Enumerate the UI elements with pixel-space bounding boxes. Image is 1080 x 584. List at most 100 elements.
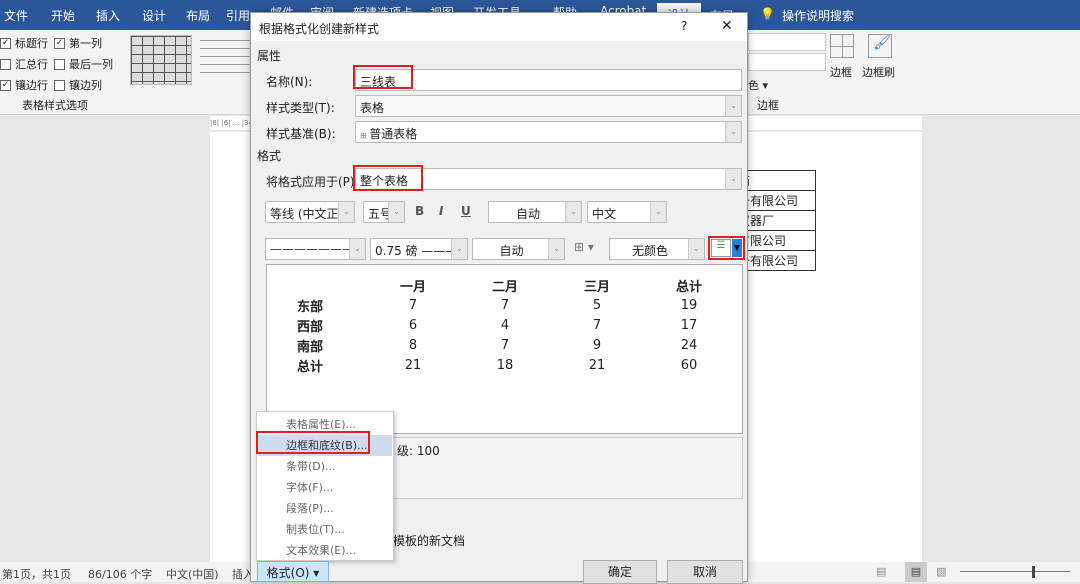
borders-button[interactable]: 边框 — [830, 64, 852, 80]
page-count[interactable]: 第1页，共1页 — [2, 566, 71, 582]
style-preview: 一月二月三月总计东部77519西部64717南部87924总计21182160 — [266, 264, 743, 434]
pen-color-button[interactable]: 色 ▾ — [748, 77, 768, 93]
style-type-select[interactable]: 表格⌄ — [355, 95, 742, 117]
shading-select[interactable]: 无颜色⌄ — [609, 238, 705, 260]
border-color-select[interactable]: 自动⌄ — [472, 238, 565, 260]
tab-references[interactable]: 引用 — [226, 7, 250, 24]
preview-row: 西部64717 — [297, 315, 735, 335]
preview-cell: 二月 — [459, 275, 551, 295]
border-painter-icon[interactable]: 🖌 — [868, 34, 892, 58]
preview-cell: 60 — [643, 355, 735, 375]
checkbox-header-row[interactable]: ✓标题行 — [0, 35, 48, 51]
highlight-box — [256, 431, 370, 454]
ok-button[interactable]: 确定 — [583, 560, 657, 584]
preview-cell: 21 — [551, 355, 643, 375]
italic-button[interactable]: I — [439, 204, 443, 218]
name-input[interactable]: 三线表 — [355, 69, 742, 91]
preview-cell: 7 — [367, 295, 459, 315]
bold-button[interactable]: B — [415, 204, 424, 218]
tab-design[interactable]: 设计 — [142, 7, 166, 24]
web-layout-icon[interactable]: ▧ — [936, 565, 946, 578]
preview-row: 总计21182160 — [297, 355, 735, 375]
preview-cell: 9 — [551, 335, 643, 355]
style-base-label: 样式基准(B): — [266, 125, 336, 142]
preview-cell: 4 — [459, 315, 551, 335]
highlight-box — [353, 65, 413, 89]
preview-cell: 17 — [643, 315, 735, 335]
print-layout-icon[interactable]: ▤ — [905, 562, 927, 582]
section-properties: 属性 — [257, 47, 281, 64]
preview-cell: 7 — [459, 335, 551, 355]
preview-cell — [297, 275, 367, 295]
menu-item-font[interactable]: 字体(F)... — [258, 477, 392, 498]
preview-cell: 总计 — [297, 355, 367, 375]
script-select[interactable]: 中文⌄ — [587, 201, 667, 223]
line-style-dropdown[interactable] — [748, 33, 826, 51]
preview-table: 一月二月三月总计东部77519西部64717南部87924总计21182160 — [297, 275, 735, 375]
preview-cell: 三月 — [551, 275, 643, 295]
highlight-box — [708, 236, 745, 260]
table-style-gallery-item[interactable] — [130, 35, 192, 85]
borders-icon[interactable] — [830, 34, 854, 58]
checkbox-banded-rows[interactable]: ✓镶边行 — [0, 77, 48, 93]
preview-row: 一月二月三月总计 — [297, 275, 735, 295]
preview-cell: 6 — [367, 315, 459, 335]
cancel-button[interactable]: 取消 — [667, 560, 743, 584]
line-style-select[interactable]: ————————⌄ — [265, 238, 366, 260]
style-type-label: 样式类型(T): — [266, 99, 335, 116]
read-mode-icon[interactable]: ▤ — [876, 565, 886, 578]
group-label-table-style-options: 表格样式选项 — [22, 97, 88, 113]
preview-row: 东部77519 — [297, 295, 735, 315]
preview-cell: 一月 — [367, 275, 459, 295]
highlight-box — [353, 165, 423, 191]
preview-cell: 西部 — [297, 315, 367, 335]
preview-cell: 5 — [551, 295, 643, 315]
menu-item-tabs[interactable]: 制表位(T)... — [258, 519, 392, 540]
preview-cell: 总计 — [643, 275, 735, 295]
checkbox-last-column[interactable]: 最后一列 — [54, 56, 113, 72]
preview-row: 南部87924 — [297, 335, 735, 355]
dialog-title-bar: 根据格式化创建新样式 ? ✕ — [251, 13, 747, 41]
checkbox-total-row[interactable]: 汇总行 — [0, 56, 48, 72]
line-weight-select[interactable]: 0.75 磅 ———⌄ — [370, 238, 468, 260]
preview-cell: 24 — [643, 335, 735, 355]
menu-item-text-effects[interactable]: 文本效果(E)... — [258, 540, 392, 561]
search-tell-me[interactable]: 操作说明搜索 — [782, 7, 854, 24]
line-weight-dropdown[interactable] — [748, 53, 826, 71]
zoom-slider[interactable] — [960, 571, 1070, 572]
group-label-borders: 边框 — [757, 97, 779, 113]
preview-cell: 7 — [551, 315, 643, 335]
preview-cell: 18 — [459, 355, 551, 375]
preview-cell: 南部 — [297, 335, 367, 355]
tab-file[interactable]: 文件 — [4, 7, 28, 24]
format-button[interactable]: 格式(O) ▾ — [257, 561, 329, 582]
tab-home[interactable]: 开始 — [51, 7, 75, 24]
menu-item-banding[interactable]: 条带(D)... — [258, 456, 392, 477]
style-base-select[interactable]: ⊞ 普通表格⌄ — [355, 121, 742, 143]
border-painter-button[interactable]: 边框刷 — [862, 64, 895, 80]
tab-insert[interactable]: 插入 — [96, 7, 120, 24]
checkbox-first-column[interactable]: ✓第一列 — [54, 35, 102, 51]
preview-cell: 8 — [367, 335, 459, 355]
preview-cell: 东部 — [297, 295, 367, 315]
zoom-slider-thumb[interactable] — [1032, 566, 1035, 578]
table-style-gallery-item[interactable] — [200, 40, 250, 80]
preview-cell: 19 — [643, 295, 735, 315]
font-select[interactable]: 等线 (中文正文)⌄ — [265, 201, 355, 223]
apply-to-label: 将格式应用于(P): — [266, 173, 359, 190]
word-count[interactable]: 86/106 个字 — [88, 566, 152, 582]
preview-cell: 21 — [367, 355, 459, 375]
preview-cell: 7 — [459, 295, 551, 315]
menu-item-paragraph[interactable]: 段落(P)... — [258, 498, 392, 519]
language[interactable]: 中文(中国) — [166, 566, 219, 582]
tab-layout[interactable]: 布局 — [186, 7, 210, 24]
underline-button[interactable]: U — [461, 204, 471, 218]
help-button[interactable]: ? — [681, 19, 687, 33]
checkbox-banded-columns[interactable]: 镶边列 — [54, 77, 102, 93]
font-color-select[interactable]: 自动⌄ — [488, 201, 582, 223]
close-button[interactable]: ✕ — [721, 18, 733, 34]
font-size-select[interactable]: 五号⌄ — [363, 201, 405, 223]
name-label: 名称(N): — [266, 73, 312, 90]
dialog-title: 根据格式化创建新样式 — [259, 22, 379, 36]
borders-grid-icon[interactable]: ⊞ ▾ — [574, 240, 594, 254]
